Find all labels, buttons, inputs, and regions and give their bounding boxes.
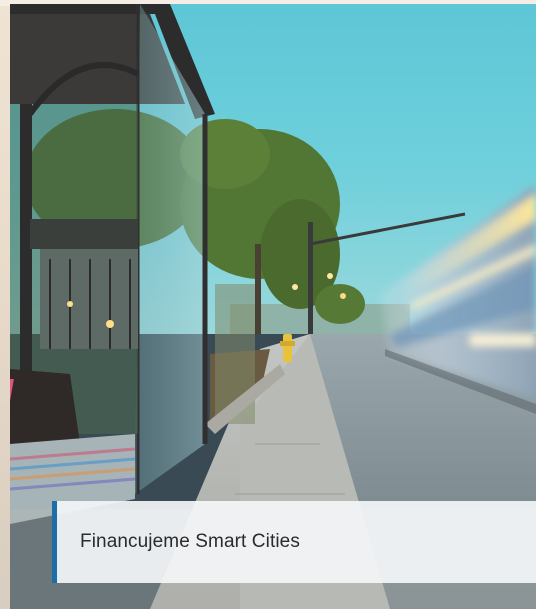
hero-caption[interactable]: Financujeme Smart Cities xyxy=(52,501,536,583)
hero-card[interactable]: Financujeme Smart Cities xyxy=(10,4,536,609)
hero-caption-text: Financujeme Smart Cities xyxy=(80,531,300,552)
page: Financujeme Smart Cities xyxy=(0,0,536,609)
